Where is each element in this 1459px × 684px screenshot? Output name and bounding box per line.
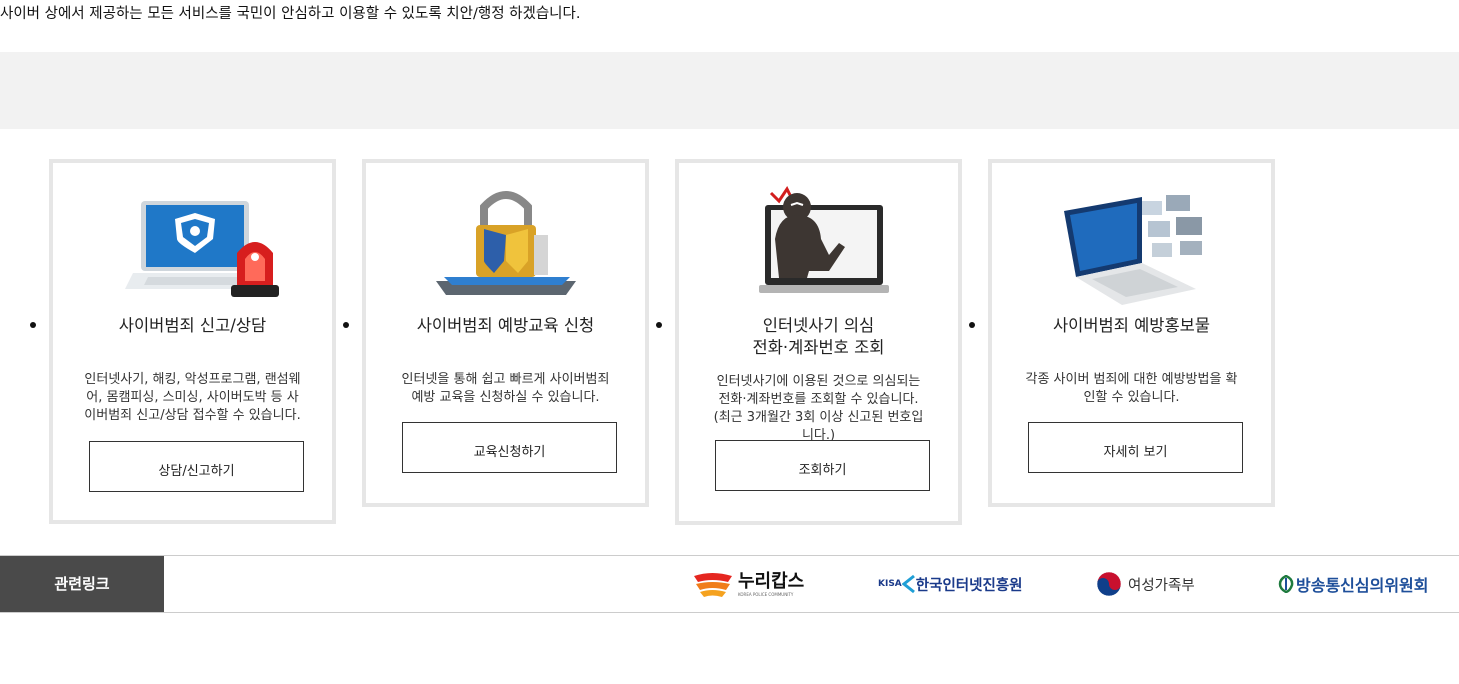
kisa-prefix: KISA [878,579,902,589]
list-bullet [656,322,662,328]
tablet-padlock-shield-icon [366,181,645,306]
lookup-button[interactable]: 조회하기 [715,440,930,491]
footer-divider [0,555,1459,556]
card-title-line2: 전화·계좌번호 조회 [752,338,885,357]
nuricops-logo-icon [694,573,732,597]
nuricops-subtitle: KOREA POLICE COMMUNITY [738,591,794,597]
education-apply-button[interactable]: 교육신청하기 [402,422,617,473]
kcsc-logo-icon [1278,575,1294,593]
intro-text: 사이버 상에서 제공하는 모든 서비스를 국민이 안심하고 이용할 수 있도록 … [0,6,581,22]
card-prevention-materials: 사이버범죄 예방홍보물 각종 사이버 범죄에 대한 예방방법을 확인할 수 있습… [988,159,1275,507]
card-description: 인터넷사기에 이용된 것으로 의심되는 전화·계좌번호를 조회할 수 있습니다.… [713,374,924,443]
gray-banner-band [0,52,1459,129]
laptop-digital-screens-icon [992,181,1271,306]
related-links-label: 관련링크 [0,556,164,612]
card-prevention-education: 사이버범죄 예방교육 신청 인터넷을 통해 쉽고 빠르게 사이버범죄 예방 교육… [362,159,649,507]
card-title: 사이버범죄 예방홍보물 [1052,316,1211,335]
list-bullet [969,322,975,328]
link-kisa[interactable]: KISA 한국인터넷진흥원 [878,563,1023,605]
card-title: 사이버범죄 신고/상담 [118,316,267,335]
card-description: 인터넷사기, 해킹, 악성프로그램, 랜섬웨어, 몸캠피싱, 스미싱, 사이버도… [84,372,301,423]
link-nuricops[interactable]: 누리캅스 KOREA POLICE COMMUNITY [692,563,804,605]
report-consult-button[interactable]: 상담/신고하기 [89,441,304,492]
list-bullet [30,322,36,328]
mogef-name: 여성가족부 [1128,577,1195,594]
card-title-line1: 인터넷사기 의심 [762,316,875,335]
list-bullet [343,322,349,328]
view-details-button[interactable]: 자세히 보기 [1028,422,1243,473]
card-title: 인터넷사기 의심 전화·계좌번호 조회 [679,315,958,359]
laptop-police-siren-icon [53,181,332,306]
taegeuk-logo-icon [1096,571,1122,597]
card-fraud-number-lookup: 인터넷사기 의심 전화·계좌번호 조회 인터넷사기에 이용된 것으로 의심되는 … [675,159,962,525]
footer-divider [0,612,1459,613]
card-title: 사이버범죄 예방교육 신청 [416,316,595,335]
hacker-monitor-icon [679,181,958,306]
nuricops-name: 누리캅스 [738,570,805,592]
kisa-logo-icon [901,574,915,594]
card-report-consult: 사이버범죄 신고/상담 인터넷사기, 해킹, 악성프로그램, 랜섬웨어, 몸캠피… [49,159,336,524]
kisa-name: 한국인터넷진흥원 [915,577,1023,594]
card-description: 각종 사이버 범죄에 대한 예방방법을 확인할 수 있습니다. [1025,372,1238,405]
service-cards: 사이버범죄 신고/상담 인터넷사기, 해킹, 악성프로그램, 랜섬웨어, 몸캠피… [0,159,1459,529]
link-kcsc[interactable]: 방송통신심의위원회 [1278,563,1428,605]
kcsc-name: 방송통신심의위원회 [1296,576,1429,595]
link-mogef[interactable]: 여성가족부 [1096,563,1195,605]
card-description: 인터넷을 통해 쉽고 빠르게 사이버범죄 예방 교육을 신청하실 수 있습니다. [401,372,610,405]
